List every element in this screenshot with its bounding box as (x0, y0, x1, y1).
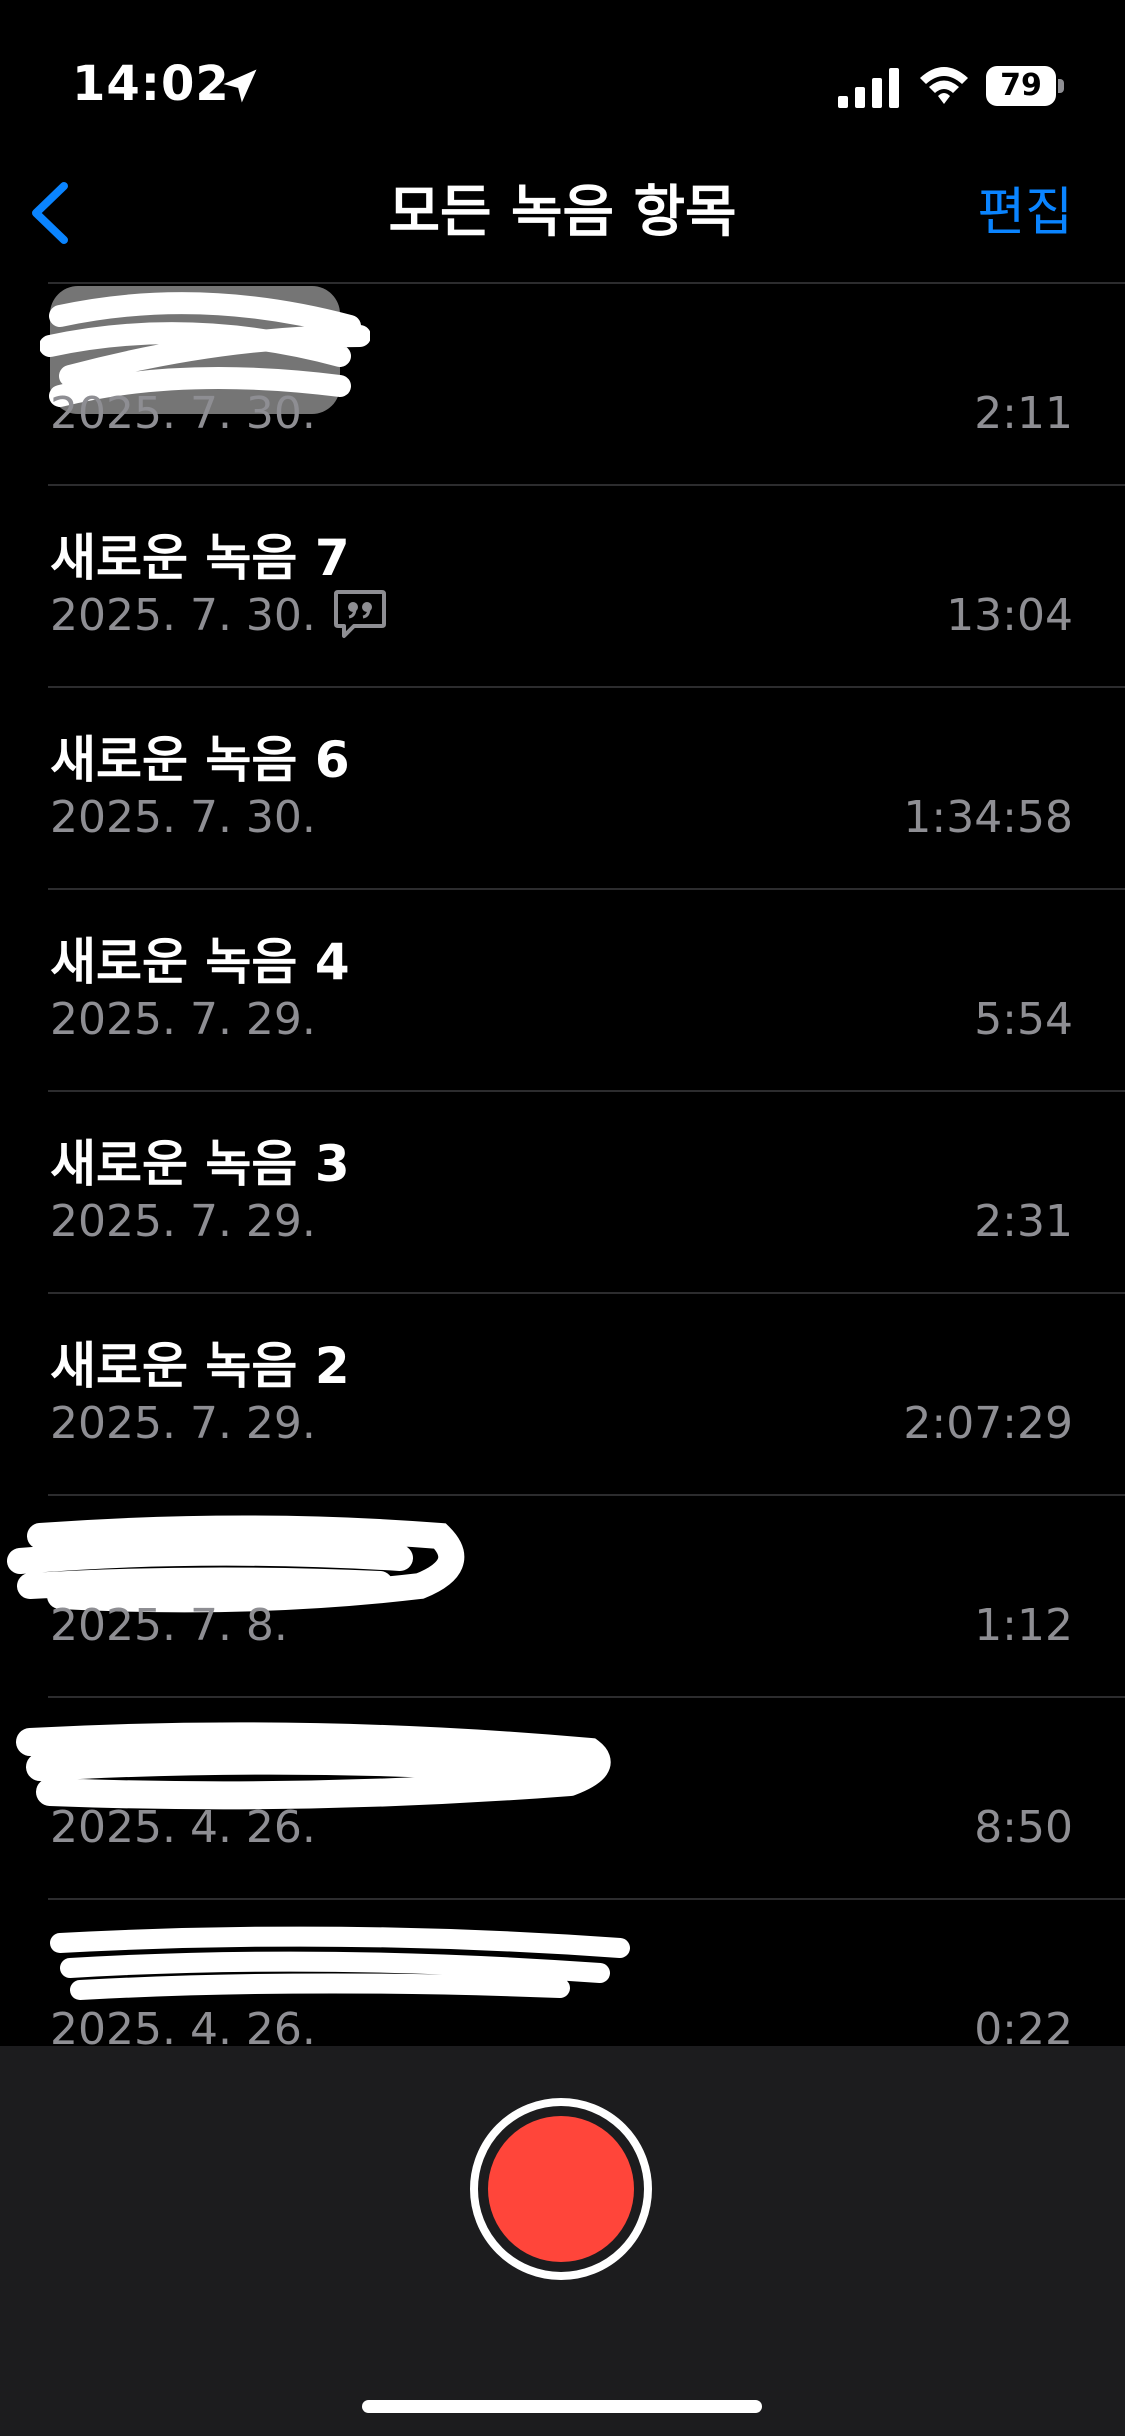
wifi-icon (920, 67, 968, 104)
list-item[interactable]: 2025. 7. 30. 2:11 (0, 284, 1125, 486)
list-item[interactable]: 새로운 녹음 7 2025. 7. 30. 13:04 (0, 486, 1125, 688)
list-item[interactable]: 2025. 4. 26. 8:50 (0, 1698, 1125, 1900)
list-item[interactable]: 새로운 녹음 6 2025. 7. 30. 1:34:58 (0, 688, 1125, 890)
recording-title: 새로운 녹음 2 (50, 1337, 350, 1395)
recording-title: 새로운 녹음 3 (50, 1135, 350, 1193)
record-circle-icon (488, 2116, 634, 2262)
recording-date: 2025. 7. 30. (50, 388, 316, 439)
recording-date: 2025. 7. 29. (50, 1196, 316, 1247)
location-arrow-icon (223, 69, 257, 103)
recording-duration: 13:04 (946, 590, 1073, 641)
quote-bubble-icon (334, 590, 386, 638)
recording-date: 2025. 7. 30. (50, 792, 316, 843)
list-item[interactable]: 새로운 녹음 3 2025. 7. 29. 2:31 (0, 1092, 1125, 1294)
recording-date: 2025. 4. 26. (50, 2004, 316, 2046)
redaction-mark (50, 1926, 630, 2000)
recording-duration: 1:34:58 (903, 792, 1073, 843)
recording-date: 2025. 7. 29. (50, 994, 316, 1045)
list-item[interactable]: 새로운 녹음 4 2025. 7. 29. 5:54 (0, 890, 1125, 1092)
recording-duration: 2:31 (974, 1196, 1073, 1247)
recording-date: 2025. 7. 29. (50, 1398, 316, 1449)
recording-duration: 0:22 (974, 2004, 1073, 2046)
recording-date: 2025. 7. 8. (50, 1600, 288, 1651)
record-button[interactable] (470, 2098, 652, 2280)
recording-duration: 5:54 (974, 994, 1073, 1045)
status-bar: 14:02 79 (0, 0, 1125, 170)
edit-button[interactable]: 편집 (977, 178, 1073, 248)
recording-duration: 2:11 (974, 388, 1073, 439)
battery-icon: 79 (986, 66, 1064, 106)
recordings-list[interactable]: 2025. 7. 30. 2:11 새로운 녹음 7 2025. 7. 30. … (0, 284, 1125, 2046)
battery-level: 79 (986, 66, 1056, 106)
recording-duration: 2:07:29 (903, 1398, 1073, 1449)
recording-title: 새로운 녹음 7 (50, 529, 350, 587)
page-title: 모든 녹음 항목 (388, 180, 737, 245)
cellular-signal-icon (838, 68, 899, 108)
home-indicator[interactable] (362, 2400, 762, 2413)
recording-duration: 1:12 (974, 1600, 1073, 1651)
list-item[interactable]: 새로운 녹음 2 2025. 7. 29. 2:07:29 (0, 1294, 1125, 1496)
list-item[interactable]: 2025. 4. 26. 0:22 (0, 1900, 1125, 2046)
recording-title: 새로운 녹음 6 (50, 731, 350, 789)
recording-date: 2025. 7. 30. (50, 590, 316, 641)
battery-tip (1058, 79, 1064, 93)
recording-date: 2025. 4. 26. (50, 1802, 316, 1853)
list-item[interactable]: 2025. 7. 8. 1:12 (0, 1496, 1125, 1698)
recording-duration: 8:50 (974, 1802, 1073, 1853)
status-time: 14:02 (72, 56, 230, 112)
recording-title: 새로운 녹음 4 (50, 933, 350, 991)
record-panel (0, 2046, 1125, 2436)
